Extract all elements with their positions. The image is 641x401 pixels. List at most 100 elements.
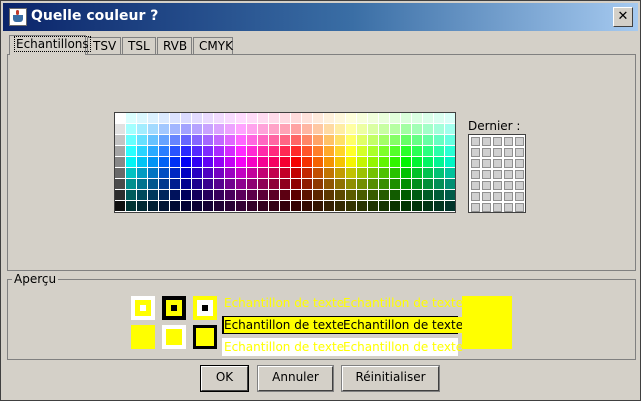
color-swatch[interactable] [269,179,279,189]
color-swatch[interactable] [170,190,180,200]
color-swatch[interactable] [247,190,257,200]
color-swatch[interactable] [159,157,169,167]
color-swatch[interactable] [170,124,180,134]
color-swatch[interactable] [291,157,301,167]
tab-echantillons[interactable]: Echantillons [9,35,91,55]
color-swatch[interactable] [203,168,213,178]
color-swatch[interactable] [401,124,411,134]
color-swatch[interactable] [203,146,213,156]
color-swatch[interactable] [434,146,444,156]
color-swatch[interactable] [214,135,224,145]
color-swatch[interactable] [148,124,158,134]
color-swatch[interactable] [192,146,202,156]
recent-swatch[interactable] [482,170,491,179]
tab-tsl[interactable]: TSL [122,37,156,54]
color-swatch[interactable] [115,113,125,123]
color-swatch[interactable] [236,113,246,123]
color-swatch[interactable] [126,146,136,156]
color-swatch[interactable] [258,201,268,211]
color-swatch[interactable] [203,135,213,145]
color-swatch[interactable] [247,146,257,156]
color-swatch[interactable] [302,190,312,200]
color-swatch[interactable] [302,157,312,167]
recent-swatch[interactable] [493,192,502,201]
color-swatch[interactable] [357,146,367,156]
color-swatch[interactable] [126,201,136,211]
color-swatch[interactable] [324,135,334,145]
color-swatch[interactable] [258,113,268,123]
color-swatch[interactable] [346,190,356,200]
tab-cmyk[interactable]: CMYK [193,37,233,54]
color-swatch[interactable] [445,201,455,211]
color-swatch[interactable] [434,179,444,189]
color-swatch[interactable] [423,113,433,123]
color-swatch[interactable] [423,146,433,156]
recent-swatch[interactable] [504,148,513,157]
color-swatch[interactable] [225,135,235,145]
color-swatch[interactable] [313,113,323,123]
color-swatch[interactable] [390,113,400,123]
color-swatch[interactable] [434,168,444,178]
color-swatch[interactable] [324,190,334,200]
color-swatch[interactable] [115,124,125,134]
color-swatch[interactable] [379,179,389,189]
color-swatch[interactable] [313,201,323,211]
color-swatch[interactable] [181,201,191,211]
color-swatch[interactable] [368,146,378,156]
color-swatch[interactable] [423,135,433,145]
color-swatch[interactable] [291,179,301,189]
color-swatch[interactable] [126,113,136,123]
color-swatch[interactable] [335,135,345,145]
color-swatch[interactable] [412,190,422,200]
color-swatch[interactable] [170,201,180,211]
color-swatch[interactable] [357,124,367,134]
color-swatch[interactable] [280,146,290,156]
color-swatch[interactable] [313,146,323,156]
recent-swatch[interactable] [471,170,480,179]
color-swatch[interactable] [302,168,312,178]
color-swatch[interactable] [181,168,191,178]
color-swatch[interactable] [225,146,235,156]
color-swatch[interactable] [302,201,312,211]
color-swatch[interactable] [324,146,334,156]
color-swatch[interactable] [302,124,312,134]
recent-swatch[interactable] [504,159,513,168]
color-swatch[interactable] [115,157,125,167]
recent-swatch[interactable] [482,159,491,168]
recent-swatch[interactable] [504,137,513,146]
recent-swatch[interactable] [482,203,491,212]
color-swatch[interactable] [313,190,323,200]
color-swatch[interactable] [159,179,169,189]
color-swatch[interactable] [126,168,136,178]
color-swatch[interactable] [335,190,345,200]
color-swatch[interactable] [390,146,400,156]
color-swatch[interactable] [247,157,257,167]
color-swatch[interactable] [236,168,246,178]
color-swatch[interactable] [258,146,268,156]
color-swatch[interactable] [445,135,455,145]
color-swatch[interactable] [258,168,268,178]
color-swatch[interactable] [170,135,180,145]
color-swatch[interactable] [445,179,455,189]
color-swatch[interactable] [225,113,235,123]
color-swatch[interactable] [148,135,158,145]
color-swatch[interactable] [324,168,334,178]
color-swatch[interactable] [148,113,158,123]
recent-swatch[interactable] [471,159,480,168]
tab-rvb[interactable]: RVB [157,37,192,54]
color-swatch[interactable] [170,179,180,189]
color-swatch[interactable] [302,146,312,156]
color-swatch[interactable] [324,179,334,189]
color-swatch[interactable] [291,113,301,123]
color-swatch[interactable] [412,146,422,156]
recent-swatch[interactable] [482,181,491,190]
color-swatch[interactable] [390,179,400,189]
color-swatch[interactable] [269,124,279,134]
color-swatch[interactable] [368,179,378,189]
color-swatch[interactable] [280,190,290,200]
color-swatch[interactable] [236,190,246,200]
color-swatch[interactable] [137,168,147,178]
color-swatch[interactable] [302,179,312,189]
color-swatch[interactable] [214,113,224,123]
color-swatch[interactable] [148,157,158,167]
